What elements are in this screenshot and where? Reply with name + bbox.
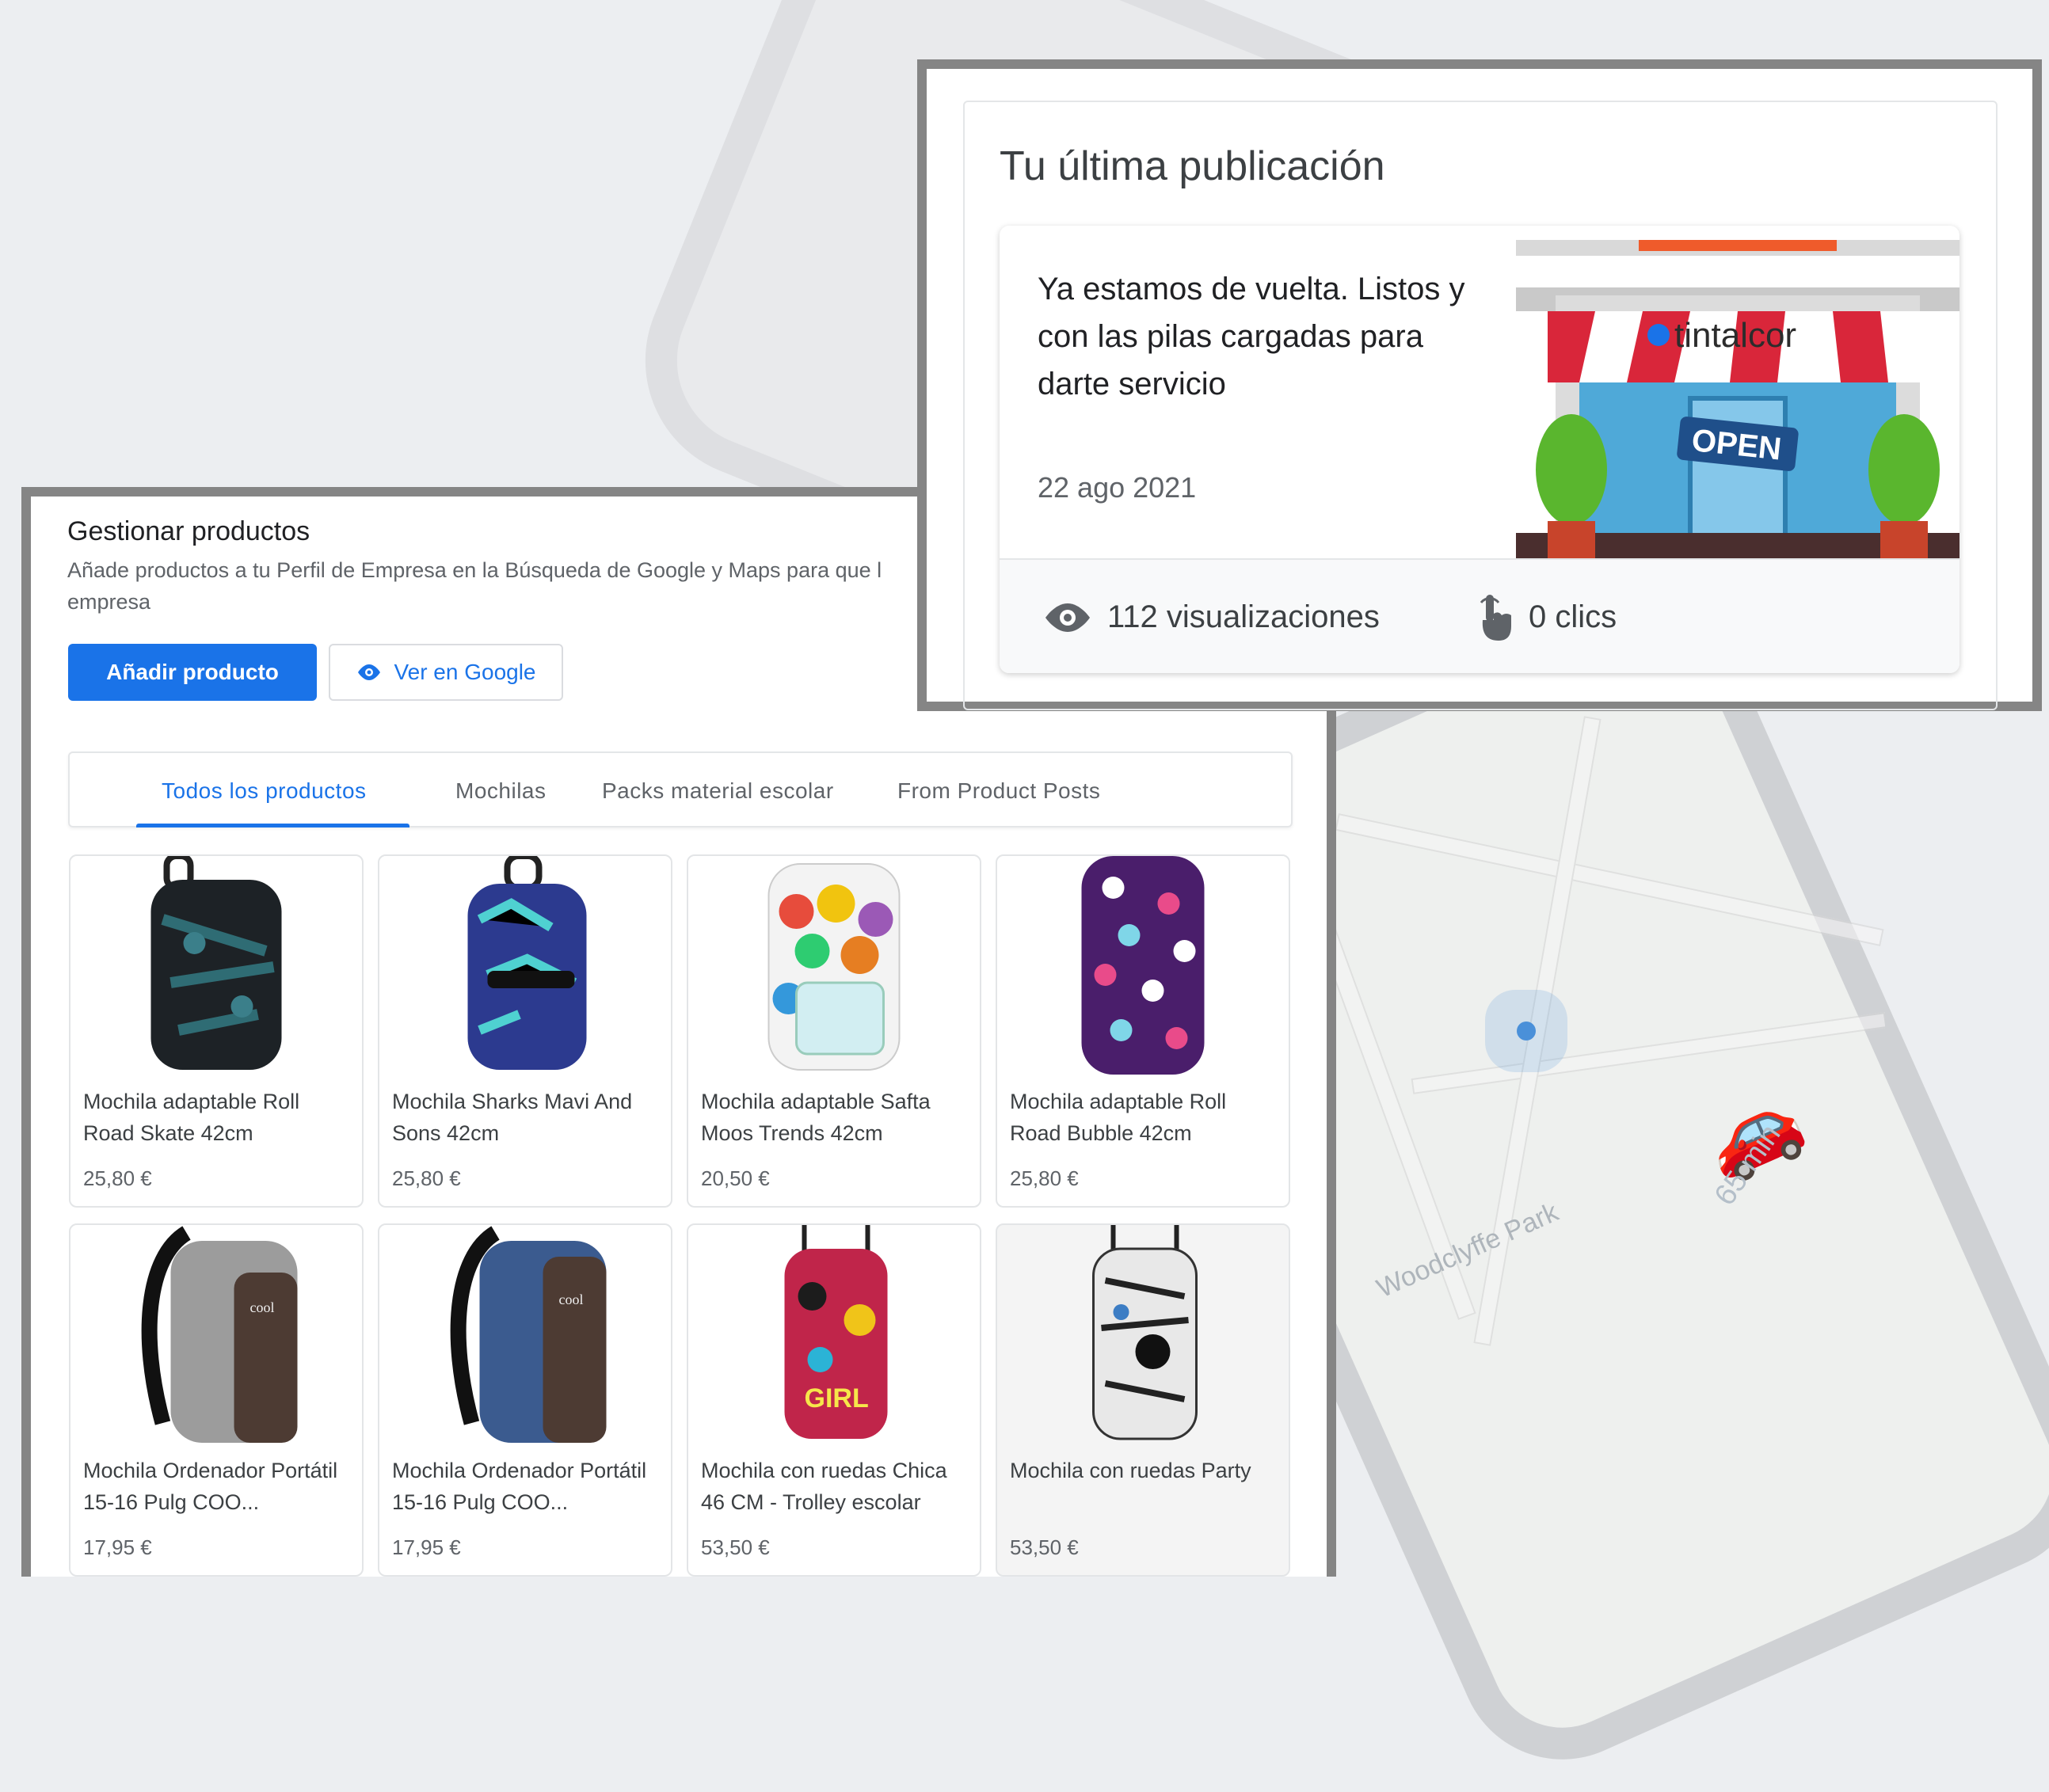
- post-date: 22 ago 2021: [1038, 471, 1197, 504]
- tab-mochilas[interactable]: Mochilas: [455, 753, 546, 829]
- product-name: Mochila adaptable Safta Moos Trends 42cm: [701, 1090, 931, 1145]
- post-text: Ya estamos de vuelta. Listos y con las p…: [1038, 272, 1465, 401]
- add-product-button[interactable]: Añadir producto: [68, 644, 317, 701]
- product-image: cool: [450, 1226, 607, 1443]
- product-price: 25,80 €: [83, 1166, 152, 1190]
- page-title: Gestionar productos: [67, 516, 310, 546]
- touch-icon: [1480, 594, 1511, 641]
- product-price: 53,50 €: [701, 1535, 770, 1559]
- product-image: [150, 856, 282, 1070]
- product-name: Mochila con ruedas Party: [1010, 1459, 1251, 1482]
- svg-text:cool: cool: [250, 1299, 275, 1315]
- map-location-dot: [1517, 1022, 1536, 1041]
- product-name: Mochila Ordenador Portátil 15-16 Pulg CO…: [83, 1459, 338, 1514]
- product-card[interactable]: Mochila adaptable Roll Road Skate 42cm 2…: [69, 854, 364, 1208]
- view-on-google-label: Ver en Google: [394, 660, 536, 684]
- product-price: 53,50 €: [1010, 1535, 1079, 1559]
- product-image: [467, 856, 587, 1070]
- product-image: GIRL: [784, 1225, 888, 1439]
- storefront-illustration: tintalcor OPEN: [1516, 240, 1959, 571]
- clicks-stat: 0 clics: [1475, 560, 1617, 673]
- eye-icon: [1045, 603, 1090, 632]
- product-card[interactable]: Mochila con ruedas Party 53,50 €: [996, 1223, 1290, 1577]
- views-stat: 112 visualizaciones: [1042, 560, 1380, 673]
- product-image: cool: [141, 1226, 298, 1443]
- product-name: Mochila Ordenador Portátil 15-16 Pulg CO…: [392, 1459, 647, 1514]
- latest-post-title: Tu última publicación: [1000, 143, 1385, 189]
- category-tabs: Todos los productos Mochilas Packs mater…: [68, 751, 1293, 828]
- svg-text:cool: cool: [559, 1292, 584, 1307]
- product-card[interactable]: Mochila Sharks Mavi And Sons 42cm 25,80 …: [378, 854, 672, 1208]
- views-count: 112 visualizaciones: [1107, 599, 1380, 634]
- post-stats-footer: 112 visualizaciones 0 clics: [1000, 558, 1959, 673]
- product-image: [1081, 856, 1205, 1075]
- product-price: 17,95 €: [83, 1535, 152, 1559]
- product-name: Mochila con ruedas Chica 46 CM - Trolley…: [701, 1459, 947, 1514]
- description-line-2: empresa: [67, 590, 151, 614]
- clicks-count: 0 clics: [1529, 599, 1617, 634]
- product-price: 25,80 €: [1010, 1166, 1079, 1190]
- product-name: Mochila adaptable Roll Road Skate 42cm: [83, 1090, 300, 1145]
- product-card[interactable]: Mochila adaptable Safta Moos Trends 42cm…: [687, 854, 981, 1208]
- active-tab-indicator: [136, 824, 409, 828]
- svg-text:GIRL: GIRL: [805, 1383, 869, 1413]
- product-card[interactable]: cool Mochila Ordenador Portátil 15-16 Pu…: [69, 1223, 364, 1577]
- product-image: [1092, 1225, 1198, 1440]
- tab-packs-material-escolar[interactable]: Packs material escolar: [602, 753, 834, 829]
- background-map: [1331, 713, 1885, 1425]
- product-price: 25,80 €: [392, 1166, 461, 1190]
- product-card[interactable]: Mochila adaptable Roll Road Bubble 42cm …: [996, 854, 1290, 1208]
- post-image-logo: tintalcor: [1674, 316, 1796, 355]
- product-card[interactable]: cool Mochila Ordenador Portátil 15-16 Pu…: [378, 1223, 672, 1577]
- product-card[interactable]: GIRL Mochila con ruedas Chica 46 CM - Tr…: [687, 1223, 981, 1577]
- latest-post-card[interactable]: Ya estamos de vuelta. Listos y con las p…: [1000, 226, 1959, 673]
- description-line-1: Añade productos a tu Perfil de Empresa e…: [67, 558, 882, 582]
- product-name: Mochila Sharks Mavi And Sons 42cm: [392, 1090, 633, 1145]
- product-name: Mochila adaptable Roll Road Bubble 42cm: [1010, 1090, 1227, 1145]
- product-price: 17,95 €: [392, 1535, 461, 1559]
- eye-icon: [358, 664, 381, 680]
- view-on-google-button[interactable]: Ver en Google: [329, 644, 563, 701]
- tab-from-product-posts[interactable]: From Product Posts: [897, 753, 1100, 829]
- tab-todos-los-productos[interactable]: Todos los productos: [162, 753, 367, 829]
- product-image: [767, 863, 901, 1071]
- page-description: Añade productos a tu Perfil de Empresa e…: [67, 554, 954, 618]
- product-price: 20,50 €: [701, 1166, 770, 1190]
- post-image: tintalcor OPEN: [1516, 240, 1959, 571]
